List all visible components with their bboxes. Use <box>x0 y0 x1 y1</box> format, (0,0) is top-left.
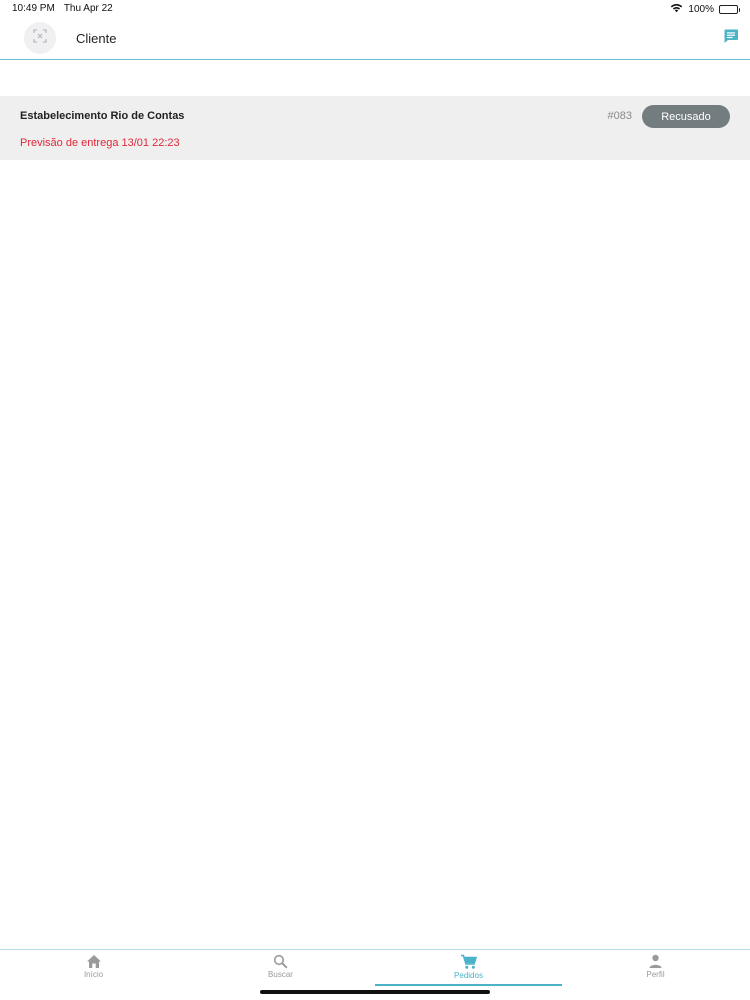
battery-percent: 100% <box>688 4 714 15</box>
status-right: 100% <box>670 3 740 16</box>
search-icon <box>273 954 288 969</box>
status-left: 10:49 PM Thu Apr 22 <box>12 3 113 14</box>
wifi-icon <box>670 3 683 16</box>
home-icon <box>86 954 102 969</box>
person-icon <box>648 954 663 969</box>
tab-label: Buscar <box>268 970 293 979</box>
tab-label: Pedidos <box>454 971 483 980</box>
active-tab-indicator <box>375 984 562 986</box>
tab-label: Perfil <box>646 970 665 979</box>
tab-buscar[interactable]: Buscar <box>187 950 374 986</box>
status-time: 10:49 PM <box>12 3 55 14</box>
battery-icon <box>719 5 740 14</box>
status-date: Thu Apr 22 <box>63 3 113 14</box>
chat-button[interactable] <box>722 29 740 47</box>
order-card[interactable]: Estabelecimento Rio de Contas #083 Recus… <box>0 96 750 160</box>
order-store-name: Estabelecimento Rio de Contas <box>20 110 185 122</box>
status-bar: 10:49 PM Thu Apr 22 100% <box>0 0 750 18</box>
order-delivery-estimate: Previsão de entrega 13/01 22:23 <box>20 137 180 149</box>
order-number: #083 <box>607 110 632 122</box>
tab-perfil[interactable]: Perfil <box>562 950 749 986</box>
tab-label: Início <box>83 970 104 979</box>
tab-pedidos[interactable]: Pedidos <box>375 950 562 986</box>
home-indicator <box>260 990 490 994</box>
tab-inicio[interactable]: Início <box>0 950 187 986</box>
app-header: Cliente <box>0 18 750 60</box>
cart-icon <box>460 954 477 970</box>
logo <box>24 22 56 54</box>
chat-icon <box>723 28 739 49</box>
image-placeholder-icon <box>32 28 48 49</box>
page-title: Cliente <box>76 31 117 46</box>
order-status-badge: Recusado <box>642 105 730 128</box>
